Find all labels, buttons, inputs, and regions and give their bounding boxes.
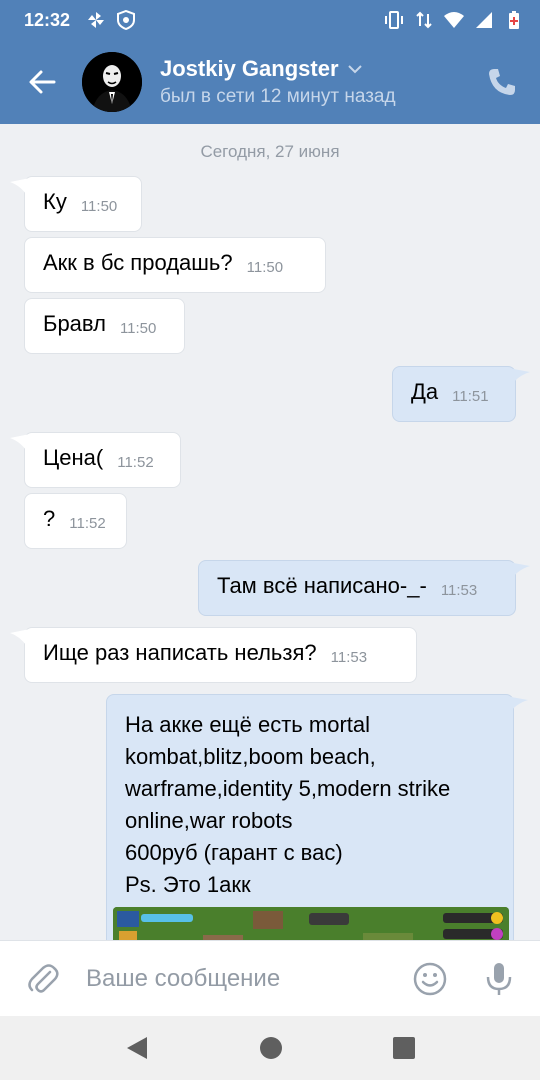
message-incoming[interactable]: Цена( 11:52 xyxy=(24,432,181,488)
last-seen-status: был в сети 12 минут назад xyxy=(160,86,396,107)
message-time: 11:52 xyxy=(69,515,106,532)
game-screenshot-image xyxy=(113,907,509,940)
microphone-icon[interactable] xyxy=(484,961,514,997)
signal-icon xyxy=(476,12,492,28)
message-outgoing-long[interactable]: На акке ещё есть mortal kombat,blitz,boo… xyxy=(106,694,514,940)
vibrate-icon xyxy=(385,11,403,29)
message-text: ? xyxy=(43,506,56,531)
pinwheel-icon xyxy=(88,12,105,28)
message-line: Ps. Это 1акк xyxy=(125,872,251,897)
message-incoming[interactable]: Бравл 11:50 xyxy=(24,298,185,354)
status-time: 12:32 xyxy=(24,9,71,30)
message-outgoing[interactable]: Там всё написано-_- 11:53 xyxy=(198,560,516,616)
system-navigation-bar xyxy=(0,1016,540,1080)
nav-home-icon[interactable] xyxy=(259,1036,283,1060)
message-incoming[interactable]: Ище раз написать нельзя? 11:53 xyxy=(24,627,417,683)
emoji-icon[interactable] xyxy=(412,961,448,997)
message-text: Ище раз написать нельзя? xyxy=(43,640,317,665)
bubble-tail xyxy=(10,434,30,456)
arrow-left-icon xyxy=(29,70,56,94)
message-line: На акке ещё есть mortal xyxy=(125,712,371,737)
contact-name[interactable]: Jostkiy Gangster xyxy=(160,56,339,82)
message-time: 11:50 xyxy=(246,259,284,276)
nav-back-icon[interactable] xyxy=(125,1035,149,1061)
back-button[interactable] xyxy=(22,62,62,102)
avatar[interactable] xyxy=(82,52,142,112)
bubble-tail xyxy=(508,562,530,584)
data-transfer-icon xyxy=(416,11,432,29)
message-line: 600руб (гарант с вас) xyxy=(125,840,343,865)
message-time: 11:53 xyxy=(440,582,478,599)
bubble-tail xyxy=(10,178,30,200)
masked-figure-icon xyxy=(82,52,142,112)
date-separator: Сегодня, 27 июня xyxy=(200,142,340,161)
message-line: kombat,blitz,boom beach, xyxy=(125,744,376,769)
message-line: warframe,identity 5,modern strike xyxy=(125,776,451,801)
paperclip-icon[interactable] xyxy=(26,962,60,996)
status-bar: 12:32 xyxy=(0,0,540,40)
phone-icon[interactable] xyxy=(486,66,518,98)
message-time: 11:50 xyxy=(80,198,118,215)
message-text: Акк в бс продашь? xyxy=(43,250,233,275)
shield-icon xyxy=(117,10,136,30)
chat-header: Jostkiy Gangster был в сети 12 минут наз… xyxy=(0,40,540,124)
attached-game-screenshot[interactable] xyxy=(113,907,509,940)
message-incoming[interactable]: Акк в бс продашь? 11:50 xyxy=(24,237,326,293)
bubble-tail xyxy=(508,368,530,390)
bubble-tail xyxy=(10,629,30,651)
message-time: 11:52 xyxy=(117,454,154,471)
wifi-icon xyxy=(444,12,464,28)
message-text: Ку xyxy=(43,189,67,214)
message-text: Да xyxy=(411,379,439,404)
bubble-tail xyxy=(506,696,528,718)
message-incoming[interactable]: Ку 11:50 xyxy=(24,176,142,232)
message-time: 11:53 xyxy=(330,649,368,666)
nav-recents-icon[interactable] xyxy=(393,1037,415,1059)
message-outgoing[interactable]: Да 11:51 xyxy=(392,366,516,422)
message-incoming[interactable]: ? 11:52 xyxy=(24,493,127,549)
message-line: online,war robots xyxy=(125,808,293,833)
battery-icon xyxy=(509,11,519,29)
message-text: Там всё написано-_- xyxy=(217,573,427,598)
message-input[interactable]: Ваше сообщение xyxy=(86,965,386,993)
message-text: Бравл xyxy=(43,311,106,336)
message-time: 11:51 xyxy=(452,388,489,405)
message-composer: Ваше сообщение xyxy=(0,940,540,1016)
message-text: Цена( xyxy=(43,445,104,470)
chevron-down-icon[interactable] xyxy=(347,63,363,75)
message-time: 11:50 xyxy=(119,320,157,337)
message-list[interactable]: Сегодня, 27 июня Ку 11:50 Акк в бс прода… xyxy=(0,124,540,940)
